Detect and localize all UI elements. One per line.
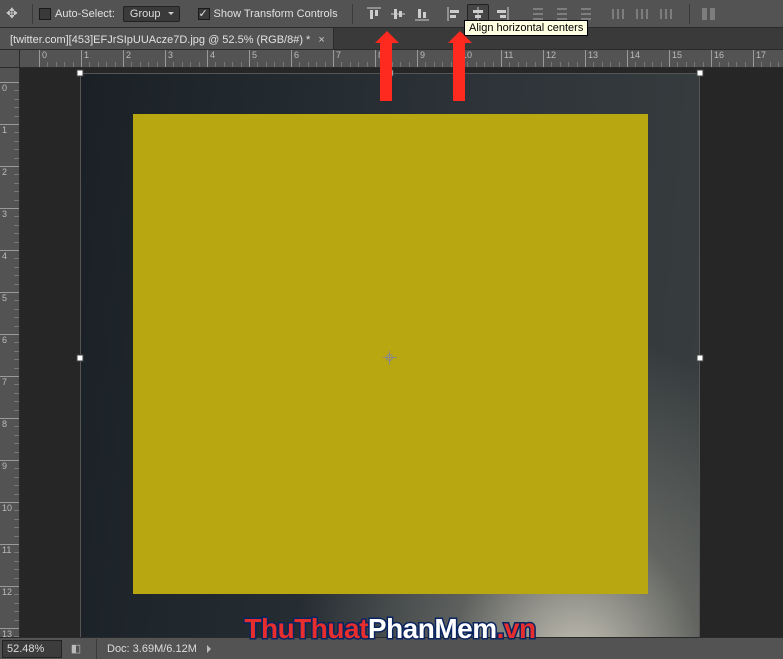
document-tab-title: [twitter.com][453]EFJrSIpUUAcze7D.jpg @ … (10, 34, 310, 46)
document-info-menu-icon[interactable] (207, 645, 215, 653)
distribute-right-button[interactable] (655, 4, 677, 24)
align-to-button[interactable] (698, 4, 720, 24)
transform-handle[interactable] (77, 355, 84, 362)
distribute-horizontal-group (607, 4, 677, 24)
transform-center-icon[interactable] (383, 351, 397, 365)
distribute-hcenter-button[interactable] (631, 4, 653, 24)
close-tab-icon[interactable]: × (318, 34, 324, 46)
ruler-origin[interactable] (0, 50, 20, 68)
expose-icon[interactable]: ◧ (68, 642, 84, 655)
show-transform-label: Show Transform Controls (214, 8, 338, 20)
zoom-level-field[interactable]: 52.48% (2, 640, 62, 658)
move-tool-icon (6, 7, 20, 21)
transform-handle[interactable] (77, 70, 84, 77)
align-bottom-edges-button[interactable] (411, 4, 433, 24)
show-transform-checkbox[interactable] (198, 8, 210, 20)
workspace: 01234567891011121314151617 0123456789101… (0, 50, 783, 637)
callout-arrow (448, 19, 470, 101)
tooltip-align-hcenter: Align horizontal centers (464, 20, 588, 36)
document-info: Doc: 3.69M/6.12M (107, 643, 197, 655)
document-tab[interactable]: [twitter.com][453]EFJrSIpUUAcze7D.jpg @ … (0, 28, 334, 49)
separator (96, 639, 97, 659)
ruler-vertical[interactable]: 012345678910111213 (0, 68, 20, 637)
watermark-seg1: ThuThuat (244, 613, 368, 643)
transform-handle[interactable] (697, 355, 704, 362)
ruler-horizontal[interactable]: 01234567891011121314151617 (20, 50, 783, 68)
canvas-viewport[interactable]: ThuThuatPhanMem.vn (20, 68, 783, 637)
auto-select-label: Auto-Select: (55, 8, 115, 20)
separator (352, 4, 353, 24)
auto-select-checkbox[interactable] (39, 8, 51, 20)
watermark-seg2: PhanMem (368, 613, 497, 643)
distribute-left-button[interactable] (607, 4, 629, 24)
watermark-text: ThuThuatPhanMem.vn (244, 613, 535, 643)
separator (32, 4, 33, 24)
callout-arrow (375, 19, 397, 101)
auto-select-target-dropdown[interactable]: Group (123, 6, 180, 22)
transform-handle[interactable] (697, 70, 704, 77)
watermark-seg3: .vn (497, 613, 536, 643)
separator (689, 4, 690, 24)
